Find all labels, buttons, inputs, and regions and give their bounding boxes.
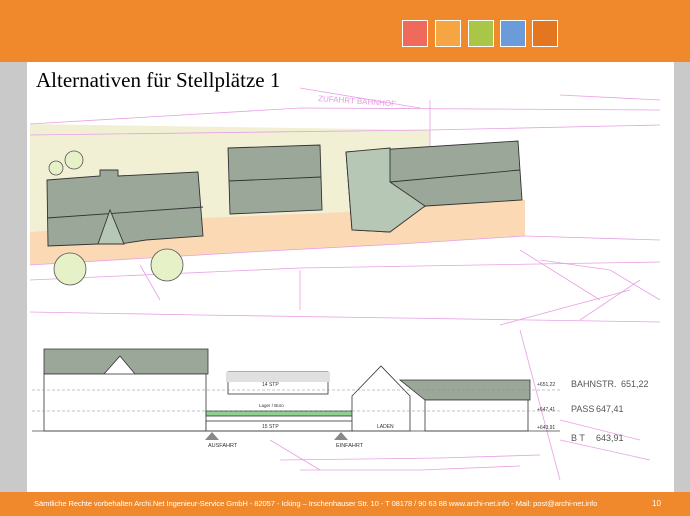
building-middle xyxy=(227,144,323,215)
tree xyxy=(64,150,84,170)
building-left xyxy=(46,169,204,247)
deck-label: Lager / Büro xyxy=(259,403,284,408)
exit-label: AUSFAHRT xyxy=(208,443,238,449)
level-mark-2: +647,41 xyxy=(537,407,555,413)
page-number: 10 xyxy=(652,499,661,508)
level-name-3: B T xyxy=(571,433,585,443)
entry-arrow-icon xyxy=(334,432,348,440)
shop-label: LADEN xyxy=(377,424,394,430)
slide-title: Alternativen für Stellplätze 1 xyxy=(36,68,281,92)
level-mark-3: +643,91 xyxy=(537,425,555,431)
tree xyxy=(150,248,184,282)
section-left-house xyxy=(43,348,209,375)
footer-copyright: Sämtliche Rechte vorbehalten Archi.Net I… xyxy=(34,499,598,508)
parking-lower-label: 15 STP xyxy=(262,424,279,430)
parking-upper-label: 14 STP xyxy=(262,382,279,388)
section-shop-building xyxy=(351,365,411,432)
level-name-1: BAHNSTR. xyxy=(571,379,617,389)
level-value-3: 643,91 xyxy=(596,433,624,443)
road-label: ZUFAHRT BAHNHOF xyxy=(318,94,396,108)
level-name-2: PASS xyxy=(571,404,594,414)
exit-arrow-icon xyxy=(205,432,219,440)
level-value-1: 651,22 xyxy=(621,379,649,389)
level-mark-1: +651,22 xyxy=(537,382,555,388)
level-value-2: 647,41 xyxy=(596,404,624,414)
entry-label: EINFAHRT xyxy=(336,443,364,449)
tree xyxy=(53,252,87,286)
tree xyxy=(48,160,64,176)
